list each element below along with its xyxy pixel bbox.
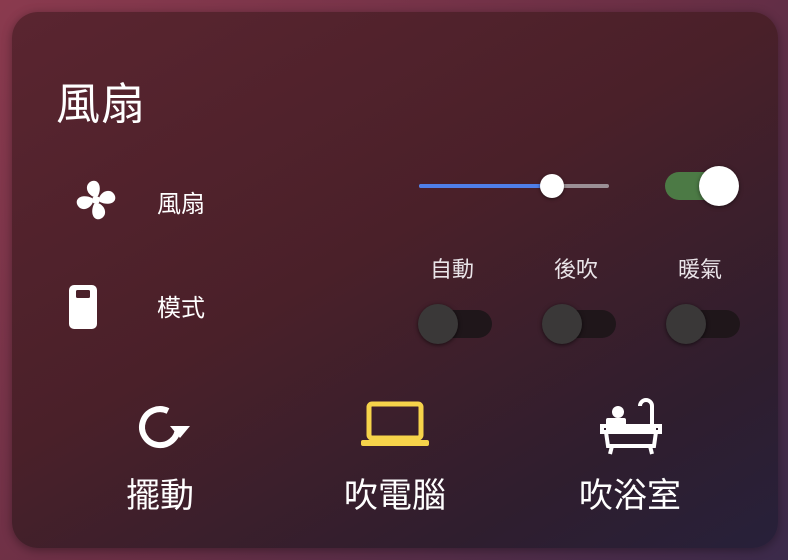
mode-auto-toggle[interactable] [418,304,492,344]
fan-card: 風扇 風扇 模式 自動 後吹 暖氣 擺動 吹電腦 吹浴室 [12,12,778,548]
mode-back-toggle[interactable] [542,304,616,344]
mode-option-heat-label: 暖氣 [678,258,723,283]
mode-heat-toggle[interactable] [666,304,740,344]
remote-icon [68,284,98,334]
toggle-knob [542,304,582,344]
bathtub-icon [530,396,730,460]
blow-bathroom-label: 吹浴室 [579,476,681,516]
slider-thumb[interactable] [540,174,564,198]
toggle-knob [699,166,739,206]
mode-option-back-label: 後吹 [554,258,599,283]
fan-label: 風扇 [157,190,205,218]
toggle-knob [418,304,458,344]
mode-option-auto-label: 自動 [430,258,475,283]
slider-fill [419,184,552,188]
swing-button[interactable]: 擺動 [60,396,260,517]
blow-bathroom-button[interactable]: 吹浴室 [530,396,730,517]
blow-computer-label: 吹電腦 [344,476,446,516]
mode-label: 模式 [157,294,205,322]
laptop-icon [295,396,495,460]
blow-computer-button[interactable]: 吹電腦 [295,396,495,517]
fan-speed-slider[interactable] [419,174,609,198]
swing-label: 擺動 [126,476,194,516]
card-title: 風扇 [56,79,146,130]
fan-icon[interactable] [74,178,118,226]
toggle-knob [666,304,706,344]
rotate-icon [60,396,260,460]
fan-power-toggle[interactable] [665,166,739,206]
